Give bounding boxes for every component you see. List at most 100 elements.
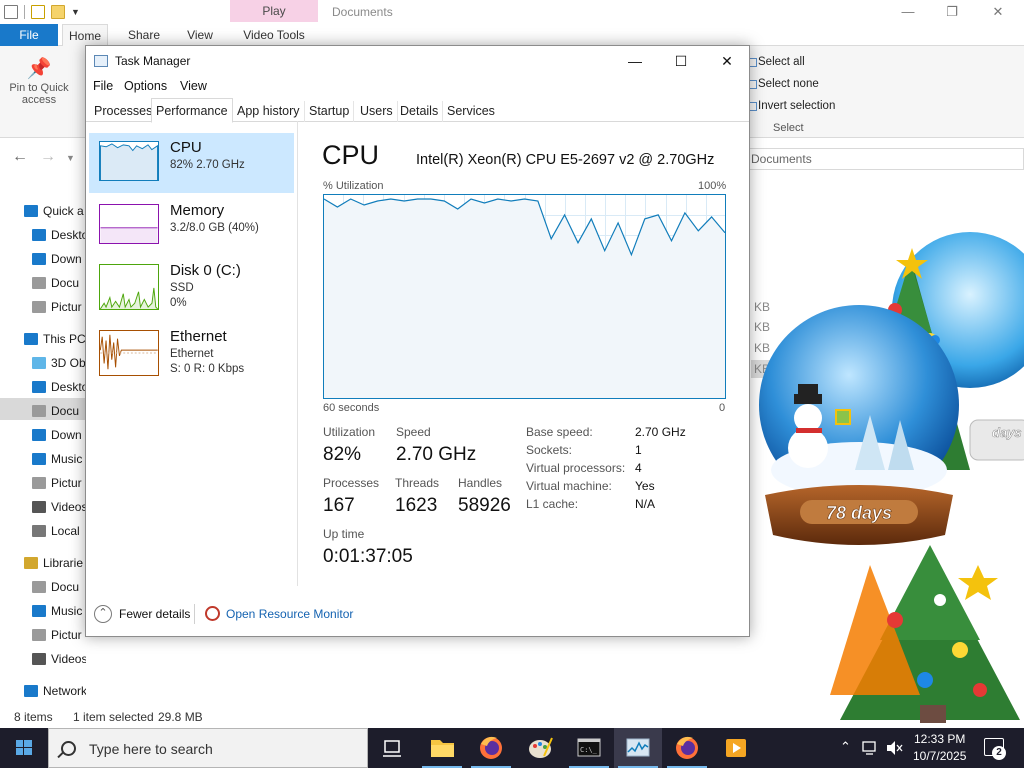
new-folder-icon[interactable] (51, 5, 65, 19)
pin-to-quick-access-button[interactable]: 📌 Pin to Quick access (6, 56, 72, 106)
processes-value: 167 (323, 495, 355, 516)
taskbar-paint[interactable] (516, 728, 564, 768)
taskbar-search[interactable]: Type here to search (48, 728, 368, 768)
fewer-details-link[interactable]: Fewer details (119, 607, 190, 621)
nav-item-label: Down (51, 252, 82, 266)
nav-item[interactable]: Librarie (24, 553, 86, 573)
nav-item-icon (32, 429, 46, 441)
show-hidden-icons-chevron-icon[interactable]: ⌃ (840, 739, 851, 755)
nav-item-label: Pictur (51, 300, 82, 314)
tab-startup[interactable]: Startup (305, 101, 355, 122)
tab-file[interactable]: File (0, 24, 58, 46)
close-button[interactable]: ✕ (704, 46, 750, 76)
clock-date[interactable]: 10/7/2025 (913, 749, 966, 763)
taskbar-media-player[interactable] (712, 728, 760, 768)
clock-time[interactable]: 12:33 PM (914, 732, 965, 746)
recent-locations-icon[interactable]: ▼ (66, 153, 75, 163)
resource-cpu-detail: 82% 2.70 GHz (170, 159, 245, 171)
select-none-button[interactable]: Select none (748, 76, 858, 98)
volume-muted-icon[interactable] (886, 740, 904, 756)
nav-item[interactable]: Docu (32, 401, 86, 421)
pane-divider[interactable] (297, 121, 298, 586)
explorer-minimize-button[interactable]: — (888, 2, 928, 22)
tab-share[interactable]: Share (122, 24, 166, 46)
menu-file[interactable]: File (93, 79, 113, 93)
minimize-button[interactable]: — (612, 46, 658, 76)
nav-item[interactable]: Videos (32, 497, 86, 517)
nav-item[interactable]: Pictur (32, 473, 86, 493)
tab-home[interactable]: Home (62, 24, 108, 46)
virtual-machine-value: Yes (635, 479, 655, 493)
taskbar-file-explorer[interactable] (418, 728, 466, 768)
select-all-button[interactable]: Select all (748, 54, 858, 76)
nav-item[interactable]: Down (32, 425, 86, 445)
nav-item[interactable]: Pictur (32, 297, 86, 317)
task-view-button[interactable] (368, 728, 416, 768)
virtual-processors-value: 4 (635, 461, 642, 475)
nav-item[interactable]: Deskto (32, 225, 86, 245)
nav-item-label: Deskto (51, 228, 86, 242)
nav-item[interactable]: Docu (32, 577, 86, 597)
taskbar-firefox[interactable] (467, 728, 515, 768)
nav-item[interactable]: Pictur (32, 625, 86, 645)
open-resource-monitor-link[interactable]: Open Resource Monitor (226, 607, 353, 621)
nav-item[interactable]: 3D Ob (32, 353, 86, 373)
tab-video-tools[interactable]: Video Tools (236, 24, 312, 46)
nav-item[interactable]: Local (32, 521, 86, 541)
quick-access-toolbar: ▼ (0, 0, 230, 24)
item-count: 8 items (14, 710, 53, 724)
nav-item[interactable]: Down (32, 249, 86, 269)
countdown-days-label: 78 days (826, 503, 892, 523)
cpu-utilization-graph (323, 194, 726, 399)
processes-label: Processes (323, 476, 380, 490)
task-manager-titlebar[interactable]: Task Manager — ☐ ✕ (86, 46, 749, 76)
nav-item[interactable]: Quick a (24, 201, 86, 221)
nav-item-icon (32, 501, 46, 513)
taskbar-firefox-2[interactable] (663, 728, 711, 768)
tab-performance[interactable]: Performance (151, 98, 233, 123)
nav-item[interactable]: Music (32, 601, 86, 621)
address-bar[interactable]: Documents (748, 148, 1024, 170)
tab-processes[interactable]: Processes (90, 101, 158, 122)
nav-item-icon (32, 525, 46, 537)
nav-item[interactable]: Deskto (32, 377, 86, 397)
tab-users[interactable]: Users (356, 101, 398, 122)
invert-selection-button[interactable]: Invert selection (748, 98, 858, 120)
network-icon[interactable] (862, 740, 880, 756)
resource-ethernet[interactable]: Ethernet Ethernet S: 0 R: 0 Kbps (89, 322, 294, 382)
nav-item-icon (32, 653, 46, 665)
maximize-button[interactable]: ☐ (658, 46, 704, 76)
explorer-restore-button[interactable]: ❐ (932, 2, 972, 22)
nav-item[interactable]: Music (32, 449, 86, 469)
context-tab-play[interactable]: Play (230, 0, 318, 22)
nav-item-label: Music (51, 452, 83, 466)
forward-arrow-icon[interactable]: → (40, 148, 56, 166)
qat-dropdown-icon[interactable]: ▼ (71, 7, 80, 17)
nav-item[interactable]: Docu (32, 273, 86, 293)
resource-disk[interactable]: Disk 0 (C:) SSD 0% (89, 256, 294, 316)
graph-x-min-label: 0 (719, 402, 726, 414)
resource-cpu[interactable]: CPU 82% 2.70 GHz (89, 133, 294, 193)
tab-services[interactable]: Services (443, 101, 499, 122)
footer: ⌃ Fewer details Open Resource Monitor (86, 598, 749, 632)
chevron-up-icon[interactable]: ⌃ (94, 605, 112, 623)
properties-icon[interactable] (4, 5, 18, 19)
nav-item[interactable]: Network (24, 681, 86, 701)
resource-monitor-icon[interactable] (205, 606, 220, 621)
base-speed-value: 2.70 GHz (635, 425, 686, 439)
checklist-icon[interactable] (31, 5, 45, 19)
tab-details[interactable]: Details (396, 101, 444, 122)
menu-options[interactable]: Options (124, 79, 167, 93)
tab-view[interactable]: View (180, 24, 220, 46)
taskbar-command-prompt[interactable]: C:\_ (565, 728, 613, 768)
resource-ethernet-adapter: Ethernet (170, 348, 214, 360)
tab-app-history[interactable]: App history (233, 101, 305, 122)
nav-item[interactable]: Videos (32, 649, 86, 669)
resource-memory[interactable]: Memory 3.2/8.0 GB (40%) (89, 196, 294, 256)
explorer-close-button[interactable]: ✕ (978, 2, 1018, 22)
back-arrow-icon[interactable]: ← (12, 148, 28, 166)
start-button[interactable] (0, 728, 48, 768)
nav-item[interactable]: This PC (24, 329, 86, 349)
taskbar-task-manager[interactable] (614, 728, 662, 768)
menu-view[interactable]: View (180, 79, 207, 93)
